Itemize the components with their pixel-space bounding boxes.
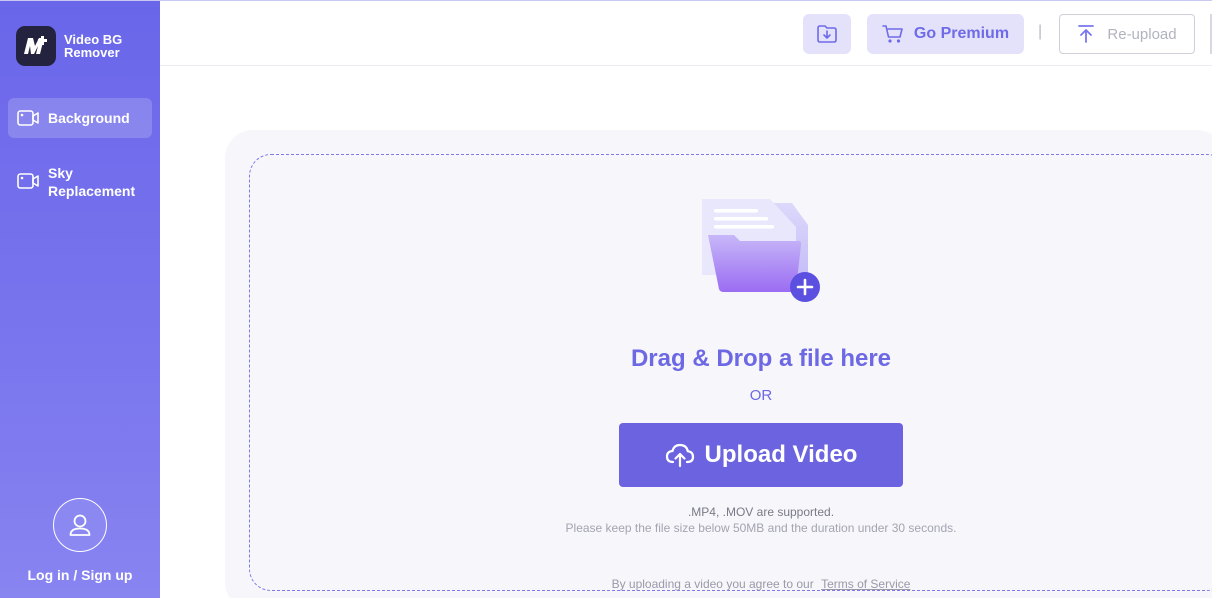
sidebar-item-label: Background xyxy=(48,110,130,126)
video-camera-icon xyxy=(17,173,39,189)
login-signup-link[interactable]: Log in / Sign up xyxy=(0,567,160,583)
reupload-button[interactable]: Re-upload xyxy=(1059,14,1195,54)
file-limits-text: Please keep the file size below 50MB and… xyxy=(565,521,957,535)
sidebar-item-sky-replacement[interactable]: Sky Replacement xyxy=(8,164,152,204)
toolbar-divider: | xyxy=(1038,23,1043,40)
or-separator: OR xyxy=(749,387,773,404)
user-avatar[interactable] xyxy=(53,498,107,552)
folder-add-icon xyxy=(702,199,820,302)
terms-prefix: By uploading a video you agree to our xyxy=(611,577,814,591)
app-name-line2: Remover xyxy=(64,45,120,60)
user-icon xyxy=(69,514,91,536)
sidebar: Video BG Remover Background Sky Replacem… xyxy=(0,0,160,598)
terms-of-service-link[interactable]: Terms of Service xyxy=(821,577,910,591)
sidebar-item-label: Sky Replacement xyxy=(48,165,136,199)
upload-arrow-icon xyxy=(1078,25,1095,43)
go-premium-button[interactable]: Go Premium xyxy=(867,14,1024,54)
download-icon xyxy=(817,25,837,43)
download-button[interactable] xyxy=(803,14,851,54)
cloud-upload-icon xyxy=(665,443,694,468)
terms-notice: By uploading a video you agree to our Te… xyxy=(500,577,1022,591)
app-name: Video BG Remover xyxy=(64,33,122,59)
supported-formats-text: .MP4, .MOV are supported. xyxy=(687,505,835,519)
sidebar-item-background[interactable]: Background xyxy=(8,98,152,138)
top-bar: Go Premium | Re-upload xyxy=(160,0,1212,66)
logo-icon xyxy=(16,26,56,66)
drag-drop-title: Drag & Drop a file here xyxy=(630,345,892,372)
reupload-label: Re-upload xyxy=(1107,25,1177,43)
video-camera-icon xyxy=(17,110,39,126)
cart-icon xyxy=(882,25,903,43)
go-premium-label: Go Premium xyxy=(913,25,1010,42)
upload-video-button[interactable]: Upload Video xyxy=(619,423,903,487)
upload-video-label: Upload Video xyxy=(704,441,858,468)
app-logo[interactable]: Video BG Remover xyxy=(16,26,122,66)
